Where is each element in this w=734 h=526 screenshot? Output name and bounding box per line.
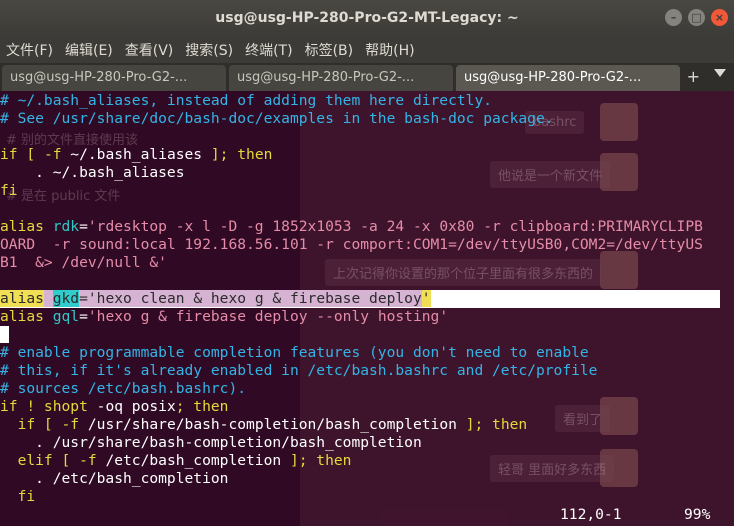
terminal-line: . /usr/share/bash-completion/bash_comple… bbox=[0, 434, 703, 452]
code-token: ; then bbox=[175, 398, 229, 415]
code-token: gkd bbox=[52, 290, 80, 307]
menu-help[interactable]: 帮助(H) bbox=[365, 40, 414, 60]
code-token: elif [ bbox=[0, 452, 80, 469]
terminal-line: # See /usr/share/doc/bash-doc/examples i… bbox=[0, 110, 703, 128]
code-token: ]; then bbox=[465, 416, 528, 433]
code-token: fi bbox=[0, 182, 18, 199]
code-token: -f bbox=[61, 416, 80, 433]
terminal-line: . ~/.bash_aliases bbox=[0, 164, 703, 182]
code-token: = bbox=[79, 218, 88, 235]
tab-menu-chevron-down-icon[interactable] bbox=[714, 69, 726, 77]
code-token: ]; then bbox=[210, 146, 273, 163]
window-title: usg@usg-HP-280-Pro-G2-MT-Legacy: ~ bbox=[215, 10, 519, 26]
terminal-line: # this, if it's already enabled in /etc/… bbox=[0, 362, 703, 380]
close-button[interactable]: × bbox=[711, 9, 728, 26]
code-token: # ~/.bash_aliases, instead of adding the… bbox=[0, 92, 493, 109]
terminal-line: if [ -f /usr/share/bash-completion/bash_… bbox=[0, 416, 703, 434]
menu-bar: 文件(F) 编辑(E) 查看(V) 搜索(S) 终端(T) 标签(B) 帮助(H… bbox=[0, 36, 734, 63]
code-token: alias bbox=[0, 218, 53, 235]
tab-terminal-1[interactable]: usg@usg-HP-280-Pro-G2-... bbox=[2, 65, 226, 91]
terminal-line: if [ -f ~/.bash_aliases ]; then bbox=[0, 146, 703, 164]
tab-terminal-2[interactable]: usg@usg-HP-280-Pro-G2-... bbox=[229, 65, 453, 91]
menu-search[interactable]: 搜索(S) bbox=[185, 40, 233, 60]
text-cursor bbox=[0, 326, 9, 343]
code-token: /etc/bash_completion bbox=[96, 452, 290, 469]
terminal-line: elif [ -f /etc/bash_completion ]; then bbox=[0, 452, 703, 470]
highlighted-line: alias gkd='hexo clean & hexo g & firebas… bbox=[0, 290, 720, 308]
terminal-line: alias rdk='rdesktop -x l -D -g 1852x1053… bbox=[0, 218, 703, 236]
terminal-line: alias gql='hexo g & firebase deploy --on… bbox=[0, 308, 703, 326]
code-token: rdk bbox=[52, 218, 80, 235]
tab-terminal-3[interactable]: usg@usg-HP-280-Pro-G2-... bbox=[456, 65, 680, 91]
code-token: # this, if it's already enabled in /etc/… bbox=[0, 362, 598, 379]
code-token: # sources /etc/bash.bashrc). bbox=[0, 380, 247, 397]
code-token: -f bbox=[43, 146, 62, 163]
menu-tabs[interactable]: 标签(B) bbox=[305, 40, 354, 60]
code-token: . /etc/bash_completion bbox=[0, 470, 229, 487]
code-token: fi bbox=[0, 488, 36, 505]
title-bar: usg@usg-HP-280-Pro-G2-MT-Legacy: ~ – □ × bbox=[0, 0, 734, 36]
window-controls: – □ × bbox=[665, 9, 728, 26]
terminal-line: # sources /etc/bash.bashrc). bbox=[0, 380, 703, 398]
code-token: if [ bbox=[0, 416, 62, 433]
minimize-button[interactable]: – bbox=[665, 9, 682, 26]
code-token bbox=[43, 290, 53, 307]
code-token: if [ bbox=[0, 146, 44, 163]
terminal-line bbox=[0, 326, 703, 344]
code-token: # enable programmable completion feature… bbox=[0, 344, 589, 361]
code-token: -oq posix bbox=[96, 398, 176, 415]
code-token: B1 &> /dev/null &' bbox=[0, 254, 167, 271]
terminal-line: OARD -r sound:local 192.168.56.101 -r co… bbox=[0, 236, 703, 254]
code-token: . ~/.bash_aliases bbox=[0, 164, 185, 181]
menu-edit[interactable]: 编辑(E) bbox=[65, 40, 113, 60]
scroll-percent: 99% bbox=[684, 506, 711, 523]
code-token: alias bbox=[0, 290, 44, 307]
cursor-position: 112,0-1 bbox=[560, 506, 622, 523]
code-token: 'hexo g & firebase deploy --only hosting… bbox=[87, 308, 449, 325]
code-token: ~/.bash_aliases bbox=[61, 146, 211, 163]
terminal-line: . /etc/bash_completion bbox=[0, 470, 703, 488]
code-token: 'rdesktop -x l -D -g 1852x1053 -a 24 -x … bbox=[87, 218, 703, 235]
new-tab-icon[interactable]: + bbox=[687, 67, 700, 86]
terminal-buffer: # ~/.bash_aliases, instead of adding the… bbox=[0, 92, 720, 506]
terminal-line: B1 &> /dev/null &' bbox=[0, 254, 703, 272]
code-token: gql bbox=[52, 308, 80, 325]
code-token: ='hexo clean & hexo g & firebase deploy bbox=[79, 290, 422, 307]
code-token: = bbox=[79, 308, 88, 325]
terminal-line: if ! shopt -oq posix; then bbox=[0, 398, 703, 416]
code-token: . /usr/share/bash-completion/bash_comple… bbox=[0, 434, 422, 451]
code-token: if ! shopt bbox=[0, 398, 97, 415]
terminal-line: fi bbox=[0, 182, 703, 200]
terminal-line: # ~/.bash_aliases, instead of adding the… bbox=[0, 92, 703, 110]
terminal-line: # enable programmable completion feature… bbox=[0, 344, 703, 362]
code-token: -f bbox=[79, 452, 97, 469]
code-token: ]; then bbox=[289, 452, 352, 469]
menu-terminal[interactable]: 终端(T) bbox=[245, 40, 292, 60]
menu-view[interactable]: 查看(V) bbox=[125, 40, 174, 60]
code-token: ' bbox=[421, 290, 431, 307]
menu-file[interactable]: 文件(F) bbox=[6, 40, 53, 60]
terminal-line: fi bbox=[0, 488, 703, 506]
code-token: OARD -r sound:local 192.168.56.101 -r co… bbox=[0, 236, 703, 253]
code-token: alias bbox=[0, 308, 53, 325]
terminal-view[interactable]: bashrc 他说是一个新文件 上次记得你设置的那个位子里面有很多东西的 看到了… bbox=[0, 91, 734, 526]
tab-bar: usg@usg-HP-280-Pro-G2-... usg@usg-HP-280… bbox=[0, 63, 734, 91]
code-token: /usr/share/bash-completion/bash_completi… bbox=[79, 416, 466, 433]
maximize-button[interactable]: □ bbox=[688, 9, 705, 26]
code-token: # See /usr/share/doc/bash-doc/examples i… bbox=[0, 110, 554, 127]
